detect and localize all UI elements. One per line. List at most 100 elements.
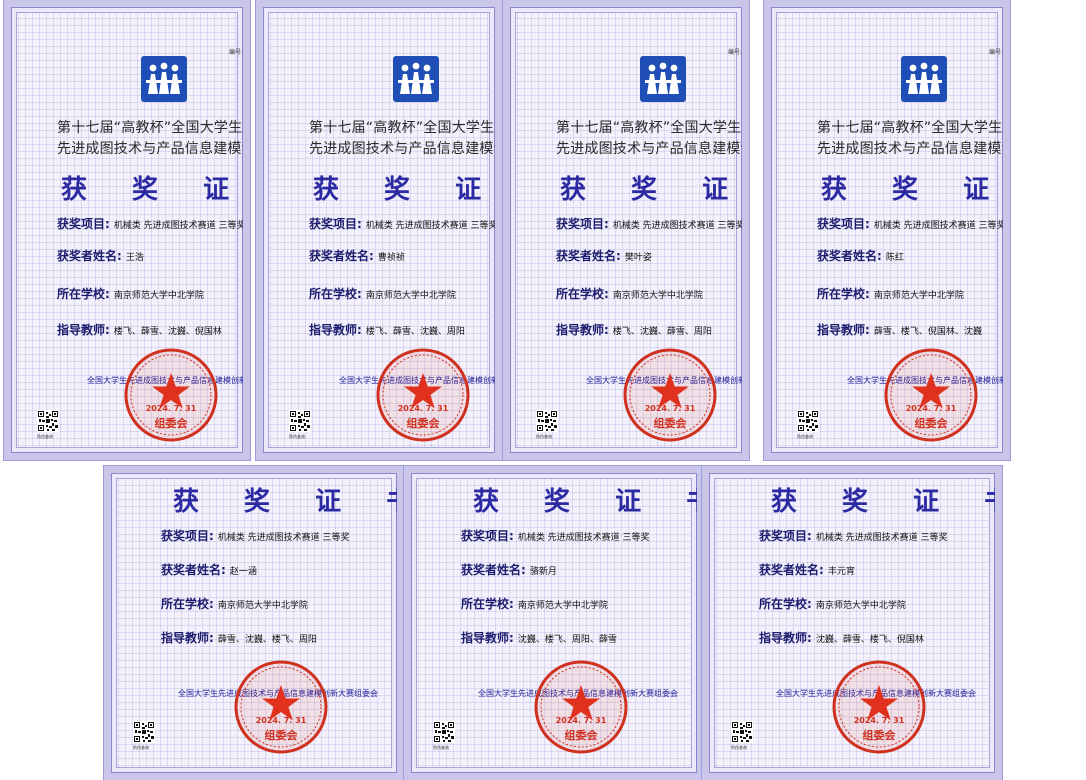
school-label: 所在学校: (57, 287, 110, 301)
certificate-7: 获 奖 证 书 获奖项目:机械类 先进成图技术赛道 三等奖 获奖者姓名:丰元宵 … (701, 465, 1003, 780)
winner-name-label: 获奖者姓名: (309, 249, 374, 263)
certificate-title: 获 奖 证 书 (173, 487, 397, 517)
advisor-field: 指导教师: 楼飞、薛雪、沈巍、周阳 (309, 319, 465, 338)
seal-name: 组委会 (914, 417, 948, 430)
winner-name-field: 获奖者姓名: 陈红 (817, 245, 904, 264)
winner-name-field: 获奖者姓名: 丰元宵 (759, 559, 855, 578)
award-project-value: 机械类 先进成图技术赛道 三等奖 (365, 221, 498, 231)
qr-code-label: 防伪查询 (133, 745, 149, 750)
advisor-field: 指导教师: 沈巍、楼飞、周阳、薛雪 (461, 627, 617, 646)
school-value: 南京师范大学中北学院 (217, 601, 308, 611)
award-project-label: 获奖项目: (759, 529, 812, 543)
award-project-label: 获奖项目: (817, 217, 870, 231)
seal-date: 2024. 7. 31 (397, 404, 449, 413)
advisor-field: 指导教师: 沈巍、薛雪、楼飞、倪国林 (759, 627, 924, 646)
seal-name: 组委会 (264, 729, 298, 742)
official-seal-icon: 2024. 7. 31 组委会 (831, 659, 927, 755)
qr-code-icon[interactable] (731, 721, 753, 743)
winner-name-field: 获奖者姓名: 曹祯祯 (309, 245, 405, 264)
qr-code-icon[interactable] (133, 721, 155, 743)
winner-name-label: 获奖者姓名: (556, 249, 621, 263)
school-field: 所在学校: 南京师范大学中北学院 (309, 283, 456, 302)
winner-name-label: 获奖者姓名: (57, 249, 122, 263)
advisor-value: 楼飞、薛雪、沈巍、倪国林 (113, 327, 222, 337)
certificate-title: 获 奖 证 书 (771, 487, 995, 517)
advisor-value: 沈巍、楼飞、周阳、薛雪 (517, 635, 617, 645)
qr-code-label: 防伪查询 (433, 745, 449, 750)
school-field: 所在学校: 南京师范大学中北学院 (817, 283, 964, 302)
certificate-title: 获 奖 证 书 (313, 175, 500, 205)
qr-code-icon[interactable] (289, 410, 311, 432)
award-project-field: 获奖项目: 机械类 先进成图技术赛道 三等奖 (161, 525, 350, 544)
award-project-label: 获奖项目: (309, 217, 362, 231)
contest-name-line1: 第十七届“高教杯”全国大学生 (57, 120, 243, 136)
seal-date: 2024. 7. 31 (555, 716, 607, 725)
official-seal-icon: 2024. 7. 31 组委会 (533, 659, 629, 755)
winner-name-value: 陈红 (885, 253, 904, 263)
winner-name-value: 曹祯祯 (377, 253, 405, 263)
seal-name: 组委会 (154, 417, 188, 430)
certificate-title: 获 奖 证 书 (61, 175, 248, 205)
award-project-field: 获奖项目: 机械类 先进成图技术赛道 三等奖 (461, 525, 650, 544)
award-project-field: 获奖项目: 机械类 先进成图技术赛道 三等奖 (556, 213, 742, 232)
school-value: 南京师范大学中北学院 (113, 291, 204, 301)
advisor-label: 指导教师: (57, 323, 110, 337)
contest-logo-icon (640, 56, 686, 102)
certificate-1: 编号:24 第十七届“高教杯”全国大学生 先进成图技术与产品信息建模创新大赛 获… (3, 0, 251, 461)
winner-name-value: 王浩 (125, 253, 144, 263)
advisor-label: 指导教师: (309, 323, 362, 337)
school-value: 南京师范大学中北学院 (517, 601, 608, 611)
certificate-title: 获 奖 证 书 (560, 175, 747, 205)
certificate-3: 编号:2400 第十七届“高教杯”全国大学生 先进成图技术与产品信息建模创新大赛… (502, 0, 750, 461)
award-project-label: 获奖项目: (57, 217, 110, 231)
contest-logo-icon (901, 56, 947, 102)
qr-code-label: 防伪查询 (536, 434, 552, 439)
award-project-value: 机械类 先进成图技术赛道 三等奖 (217, 533, 350, 543)
contest-name-line2: 先进成图技术与产品信息建模创新大赛 (57, 141, 243, 157)
winner-name-value: 骆新月 (529, 567, 557, 577)
official-seal-icon: 2024. 7. 31 组委会 (233, 659, 329, 755)
school-field: 所在学校: 南京师范大学中北学院 (57, 283, 204, 302)
seal-name: 组委会 (406, 417, 440, 430)
contest-name-line1: 第十七届“高教杯”全国大学生 (556, 120, 742, 136)
qr-code-label: 防伪查询 (797, 434, 813, 439)
award-project-field: 获奖项目: 机械类 先进成图技术赛道 三等奖 (309, 213, 498, 232)
school-label: 所在学校: (461, 597, 514, 611)
school-field: 所在学校: 南京师范大学中北学院 (461, 593, 608, 612)
contest-name-line2: 先进成图技术与产品信息建模创新大赛 (309, 141, 495, 157)
qr-code-label: 防伪查询 (37, 434, 53, 439)
seal-date: 2024. 7. 31 (644, 404, 696, 413)
seal-date: 2024. 7. 31 (255, 716, 307, 725)
seal-date: 2024. 7. 31 (853, 716, 905, 725)
contest-name-line2: 先进成图技术与产品信息建模创新大赛 (556, 141, 742, 157)
award-project-value: 机械类 先进成图技术赛道 三等奖 (815, 533, 948, 543)
school-label: 所在学校: (161, 597, 214, 611)
award-project-value: 机械类 先进成图技术赛道 三等奖 (873, 221, 1006, 231)
advisor-label: 指导教师: (556, 323, 609, 337)
qr-code-label: 防伪查询 (289, 434, 305, 439)
school-label: 所在学校: (817, 287, 870, 301)
award-project-field: 获奖项目: 机械类 先进成图技术赛道 三等奖 (57, 213, 243, 232)
award-project-label: 获奖项目: (461, 529, 514, 543)
qr-code-icon[interactable] (536, 410, 558, 432)
award-project-label: 获奖项目: (556, 217, 609, 231)
winner-name-value: 赵一涵 (229, 567, 257, 577)
qr-code-icon[interactable] (797, 410, 819, 432)
school-field: 所在学校: 南京师范大学中北学院 (161, 593, 308, 612)
school-field: 所在学校: 南京师范大学中北学院 (556, 283, 703, 302)
qr-code-icon[interactable] (37, 410, 59, 432)
official-seal-icon: 2024. 7. 31 组委会 (375, 347, 471, 443)
contest-logo-icon (393, 56, 439, 102)
winner-name-field: 获奖者姓名: 樊叶姿 (556, 245, 652, 264)
seal-date: 2024. 7. 31 (905, 404, 957, 413)
school-label: 所在学校: (309, 287, 362, 301)
school-field: 所在学校: 南京师范大学中北学院 (759, 593, 906, 612)
advisor-value: 沈巍、薛雪、楼飞、倪国林 (815, 635, 924, 645)
school-value: 南京师范大学中北学院 (873, 291, 964, 301)
school-value: 南京师范大学中北学院 (815, 601, 906, 611)
award-project-value: 机械类 先进成图技术赛道 三等奖 (517, 533, 650, 543)
seal-name: 组委会 (653, 417, 687, 430)
qr-code-icon[interactable] (433, 721, 455, 743)
winner-name-field: 获奖者姓名: 王浩 (57, 245, 144, 264)
certificate-5: 获 奖 证 书 获奖项目:机械类 先进成图技术赛道 三等奖 获奖者姓名:赵一涵 … (103, 465, 405, 780)
